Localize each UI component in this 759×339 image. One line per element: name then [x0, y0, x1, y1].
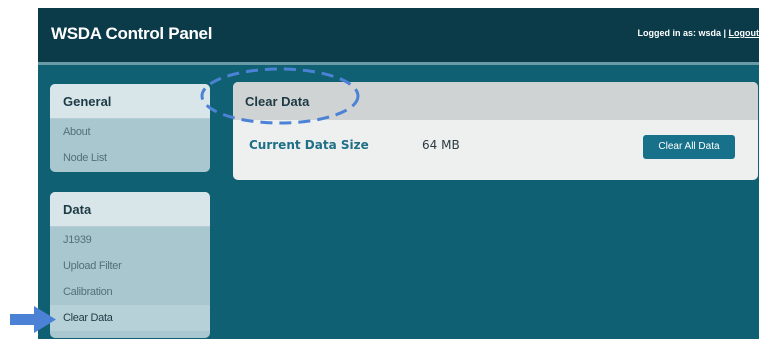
clear-data-card: Clear Data Current Data Size 64 MB Clear… — [233, 82, 758, 180]
header-divider — [38, 62, 759, 65]
login-status: Logged in as: wsda | Logout — [637, 28, 759, 38]
sidebar-panel-data: Data J1939 Upload Filter Calibration Cle… — [50, 192, 210, 338]
data-size-value: 64 MB — [422, 138, 460, 152]
sidebar-panel-general: General About Node List — [50, 84, 210, 172]
app-window: WSDA Control Panel Logged in as: wsda | … — [38, 8, 759, 339]
data-size-label: Current Data Size — [249, 138, 369, 152]
sidebar-item-about[interactable]: About — [50, 119, 210, 145]
card-header: Clear Data — [233, 82, 758, 120]
logged-in-text: Logged in as: wsda | — [637, 28, 729, 38]
app-title: WSDA Control Panel — [51, 24, 213, 43]
logout-link[interactable]: Logout — [729, 28, 759, 38]
sidebar-item-upload-filter[interactable]: Upload Filter — [50, 253, 210, 279]
clear-all-data-button[interactable]: Clear All Data — [643, 135, 735, 159]
header-bar: WSDA Control Panel Logged in as: wsda | … — [38, 8, 759, 62]
sidebar-item-j1939[interactable]: J1939 — [50, 227, 210, 253]
sidebar-panel-header: Data — [50, 192, 210, 227]
sidebar-panel-title: Data — [63, 202, 92, 217]
sidebar-panel-header: General — [50, 84, 210, 119]
page-title: Clear Data — [245, 94, 310, 109]
sidebar-item-calibration[interactable]: Calibration — [50, 279, 210, 305]
sidebar-item-node-list[interactable]: Node List — [50, 145, 210, 171]
sidebar-item-clear-data[interactable]: Clear Data — [50, 305, 210, 331]
sidebar-panel-title: General — [63, 94, 112, 109]
